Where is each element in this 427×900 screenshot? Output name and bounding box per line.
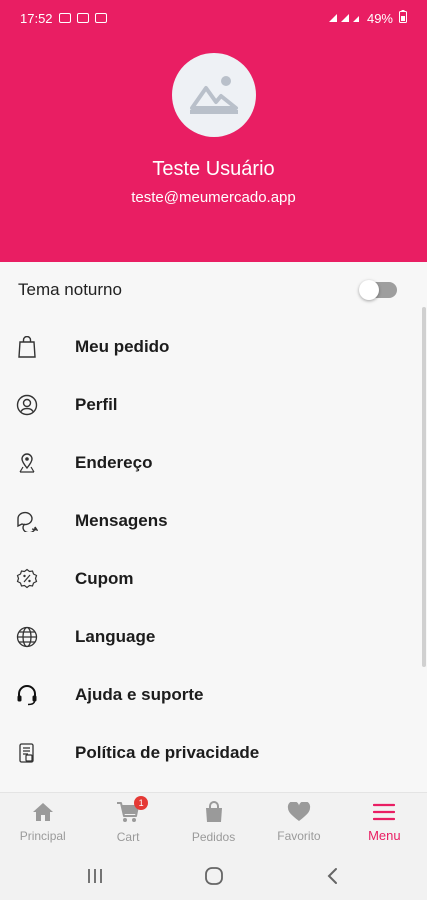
user-email: teste@meumercado.app bbox=[131, 189, 296, 206]
battery-level: 49% bbox=[366, 10, 393, 26]
status-right: 49% bbox=[327, 10, 407, 26]
menu-item-address[interactable]: Endereço bbox=[0, 434, 427, 492]
menu-item-label: Language bbox=[75, 627, 156, 646]
nav-label: Menu bbox=[368, 827, 401, 843]
recent-apps-icon bbox=[88, 869, 102, 883]
avatar[interactable] bbox=[172, 53, 256, 137]
nav-label: Principal bbox=[19, 829, 66, 843]
nav-item-cart[interactable]: 1 Cart bbox=[85, 793, 170, 852]
bottom-navigation: Principal 1 Cart Pedidos Favorito Menu bbox=[0, 792, 427, 852]
shopping-bag-icon bbox=[16, 336, 38, 358]
bag-icon bbox=[204, 801, 224, 826]
headset-icon bbox=[16, 684, 38, 706]
menu-item-privacy-policy[interactable]: Política de privacidade bbox=[0, 724, 427, 782]
cart-badge: 1 bbox=[134, 796, 149, 810]
system-navigation-bar bbox=[0, 852, 427, 900]
user-name: Teste Usuário bbox=[152, 158, 275, 180]
home-button[interactable] bbox=[203, 866, 225, 886]
hamburger-icon bbox=[373, 803, 396, 824]
status-bar: 17:52 49% bbox=[0, 0, 427, 36]
toggle-knob bbox=[359, 280, 379, 300]
menu-item-label: Política de privacidade bbox=[75, 743, 260, 762]
chat-bubbles-icon bbox=[16, 510, 38, 532]
menu-item-label: Perfil bbox=[75, 395, 118, 414]
globe-icon bbox=[16, 626, 38, 648]
heart-icon bbox=[287, 801, 311, 825]
battery-icon bbox=[399, 10, 407, 26]
nav-label: Cart bbox=[116, 830, 140, 844]
nav-item-orders[interactable]: Pedidos bbox=[171, 793, 256, 852]
document-icon bbox=[16, 742, 38, 764]
menu-item-label: Ajuda e suporte bbox=[75, 685, 204, 704]
notification-icon bbox=[76, 13, 89, 23]
nav-label: Favorito bbox=[277, 829, 321, 843]
nav-item-home[interactable]: Principal bbox=[0, 793, 85, 852]
status-time: 17:52 bbox=[20, 10, 53, 26]
dark-theme-toggle[interactable] bbox=[359, 280, 397, 300]
nav-item-menu[interactable]: Menu bbox=[342, 793, 427, 852]
dark-theme-label: Tema noturno bbox=[18, 280, 122, 299]
menu-item-label: Cupom bbox=[75, 569, 134, 588]
user-circle-icon bbox=[16, 394, 38, 416]
home-icon bbox=[32, 802, 54, 825]
map-pin-icon bbox=[16, 452, 38, 474]
scrollbar[interactable] bbox=[422, 307, 426, 667]
nav-label: Pedidos bbox=[191, 830, 236, 844]
menu-item-profile[interactable]: Perfil bbox=[0, 376, 427, 434]
recent-apps-button[interactable] bbox=[84, 866, 106, 886]
menu-item-my-order[interactable]: Meu pedido bbox=[0, 318, 427, 376]
menu-item-language[interactable]: Language bbox=[0, 608, 427, 666]
back-chevron-icon bbox=[327, 868, 337, 884]
menu-item-label: Endereço bbox=[75, 453, 153, 472]
menu-item-label: Mensagens bbox=[75, 511, 168, 530]
calendar-icon bbox=[94, 13, 107, 23]
coupon-icon bbox=[16, 568, 38, 590]
back-button[interactable] bbox=[322, 866, 344, 886]
image-placeholder-icon bbox=[190, 76, 238, 114]
menu-list: Tema noturno Meu pedido Perfil Endereço bbox=[0, 262, 427, 792]
menu-item-coupon[interactable]: Cupom bbox=[0, 550, 427, 608]
home-circle-icon bbox=[205, 867, 223, 885]
status-left: 17:52 bbox=[20, 11, 107, 26]
nav-item-favorites[interactable]: Favorito bbox=[256, 793, 341, 852]
signal-icon bbox=[327, 11, 361, 26]
menu-item-label: Meu pedido bbox=[75, 337, 170, 356]
dark-theme-row: Tema noturno bbox=[0, 262, 427, 318]
menu-item-help-support[interactable]: Ajuda e suporte bbox=[0, 666, 427, 724]
app-screen: 17:52 49% Teste Usuário teste@meumercado… bbox=[0, 0, 427, 900]
notification-icon bbox=[58, 13, 71, 23]
profile-header: Teste Usuário teste@meumercado.app bbox=[0, 36, 427, 262]
menu-item-messages[interactable]: Mensagens bbox=[0, 492, 427, 550]
